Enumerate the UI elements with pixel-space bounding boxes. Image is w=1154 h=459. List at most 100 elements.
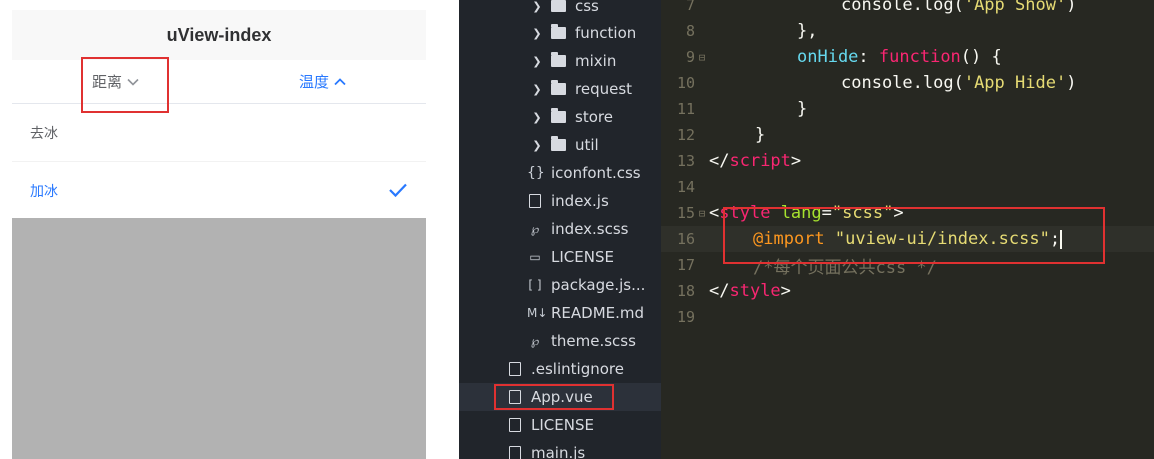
folder-item-store[interactable]: ❯ store [459, 103, 661, 131]
file-item-index-scss[interactable]: ℘ index.scss [459, 215, 661, 243]
line-number: 7 [685, 0, 695, 14]
line-number: 12 [676, 126, 695, 144]
folder-item-css[interactable]: ❯ css [459, 0, 661, 20]
file-label: iconfont.css [551, 164, 641, 182]
code-token: > [790, 151, 802, 171]
line-number: 13 [676, 152, 695, 170]
line-number: 8 [685, 22, 695, 40]
file-item-license-root[interactable]: LICENSE [459, 411, 661, 439]
folder-item-request[interactable]: ❯ request [459, 75, 661, 103]
folder-label: store [575, 108, 613, 126]
code-line: 14 [661, 174, 1154, 200]
js-file-icon [529, 194, 541, 208]
sass-icon: ℘ [530, 334, 540, 348]
file-label: LICENSE [531, 416, 594, 434]
braces-icon: {} [527, 165, 545, 181]
dropdown-temperature-label: 温度 [298, 73, 329, 91]
nav-bar: uView-index [12, 10, 426, 60]
code-token: onHide [797, 47, 859, 67]
code-token: : [858, 47, 879, 67]
file-label: index.js [551, 192, 609, 210]
code-line: 13 </script > [661, 148, 1154, 174]
code-token: </ [709, 281, 730, 301]
overlay-mask[interactable] [12, 218, 426, 459]
code-line: 7 console.log('App Show') [661, 0, 1154, 18]
line-number: 9 [685, 48, 695, 66]
file-icon [509, 362, 521, 376]
file-label: .eslintignore [531, 360, 624, 378]
file-label: index.scss [551, 220, 629, 238]
annotation-box-import [723, 207, 1105, 264]
dropdown-option-selected[interactable]: 加冰 [12, 162, 426, 220]
json-icon: [ ] [528, 278, 542, 292]
sass-icon: ℘ [530, 222, 540, 236]
file-item-package[interactable]: [ ] package.js... [459, 271, 661, 299]
folder-item-mixin[interactable]: ❯ mixin [459, 47, 661, 75]
license-icon: ▭ [529, 250, 541, 264]
folder-label: util [575, 136, 599, 154]
folder-icon [551, 52, 566, 67]
folder-icon [551, 24, 566, 39]
code-token: 'App Hide' [963, 73, 1067, 93]
folder-item-util[interactable]: ❯ util [459, 131, 661, 159]
chevron-right-icon: ❯ [532, 82, 542, 96]
chevron-right-icon: ❯ [532, 138, 542, 152]
file-item-theme[interactable]: ℘ theme.scss [459, 327, 661, 355]
fold-icon[interactable]: ⊟ [695, 51, 709, 64]
file-item-index-js[interactable]: index.js [459, 187, 661, 215]
fold-icon[interactable]: ⊟ [695, 207, 709, 220]
code-token: ) [1066, 73, 1077, 93]
file-item-eslintignore[interactable]: .eslintignore [459, 355, 661, 383]
dropdown-menu: 距离 温度 [12, 60, 426, 104]
code-token: function [878, 47, 961, 67]
line-number: 10 [676, 74, 695, 92]
file-item-license[interactable]: ▭ LICENSE [459, 243, 661, 271]
dropdown-temperature[interactable]: 温度 [219, 60, 426, 103]
folder-label: css [575, 0, 599, 15]
folder-icon [551, 108, 566, 123]
code-token: > [780, 281, 791, 301]
folder-icon [551, 136, 566, 151]
page-title: uView-index [166, 24, 272, 45]
checkmark-icon [388, 179, 408, 203]
code-line: 19 [661, 304, 1154, 330]
file-label: README.md [551, 304, 645, 322]
file-item-iconfont[interactable]: {} iconfont.css [459, 159, 661, 187]
file-item-main-js[interactable]: main.js [459, 439, 661, 459]
code-line: 18 </style > [661, 278, 1154, 304]
js-file-icon [509, 446, 521, 459]
code-token: () { [960, 47, 1002, 67]
file-item-readme[interactable]: M↓ README.md [459, 299, 661, 327]
dropdown-option[interactable]: 去冰 [12, 104, 426, 162]
code-line: 11 } [661, 96, 1154, 122]
annotation-box-dropdown [81, 57, 169, 113]
markdown-icon: M↓ [527, 306, 548, 320]
code-token: 'App Show' [963, 0, 1067, 15]
code-line: 9 ⊟ onHide: function() { [661, 44, 1154, 70]
code-line: 12 } [661, 122, 1154, 148]
file-explorer: ❯ css ❯ function ❯ mixin ❯ request ❯ sto… [459, 0, 661, 459]
folder-label: mixin [575, 52, 617, 70]
file-label: theme.scss [551, 332, 636, 350]
file-label: package.js... [551, 276, 646, 294]
file-label: LICENSE [551, 248, 614, 266]
line-number: 19 [676, 308, 695, 326]
code-editor: ❯ css ❯ function ❯ mixin ❯ request ❯ sto… [459, 0, 1154, 459]
code-token: } [755, 125, 766, 145]
code-token: </ [709, 151, 730, 171]
folder-label: function [575, 24, 637, 42]
dropdown-option-label: 加冰 [30, 183, 58, 200]
code-token: ) [1066, 0, 1077, 15]
chevron-right-icon: ❯ [532, 54, 542, 68]
chevron-right-icon: ❯ [532, 0, 542, 13]
folder-icon [551, 0, 566, 12]
folder-icon [551, 80, 566, 95]
code-line: 8 }, [661, 18, 1154, 44]
code-token: } [797, 99, 808, 119]
line-number: 16 [676, 230, 695, 248]
chevron-up-icon [334, 75, 346, 89]
line-number: 17 [676, 256, 695, 274]
folder-label: request [575, 80, 633, 98]
folder-item-function[interactable]: ❯ function [459, 19, 661, 47]
line-number: 14 [676, 178, 695, 196]
